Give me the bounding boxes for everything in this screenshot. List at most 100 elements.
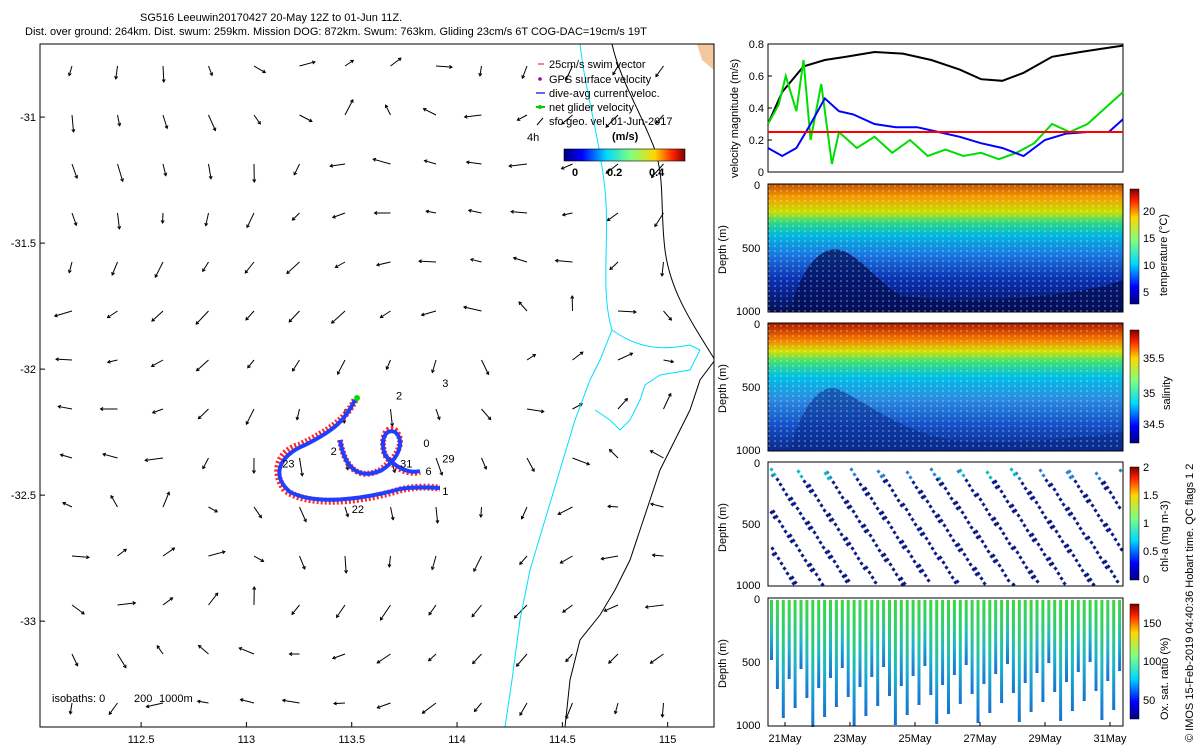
temperature-cb-tick: 15 [1143,233,1155,245]
figure-canvas: 23232029316122 112.5 113 113.5 114 114.5 115-… [11,39,1196,746]
colorbar-tick: 0 [572,167,578,179]
lon-tick-label: 114 [448,734,466,746]
salinity-colorbar [1129,329,1140,444]
ox-profile [876,600,880,706]
scale-note: 4h [527,132,539,144]
depth-tick: 1000 [736,306,760,318]
salinity-panel: 34.5 35 35.5 salinity Depth (m) 0 500 10… [717,319,1173,457]
salinity-cb-tick: 34.5 [1143,419,1164,431]
day-label: 6 [425,466,431,478]
ox-profile [870,600,874,677]
ox-profile [1035,600,1039,673]
ox-profile [817,600,821,688]
lon-tick-label: 112.5 [128,734,155,746]
time-tick-label: 25May [898,733,932,745]
colorbar-tick: 0.2 [607,167,622,179]
ox-profile [1029,600,1033,712]
legend-entry: 25cm/s swim vector [538,59,646,71]
lon-tick-label: 113.5 [338,734,365,746]
ox-profile [1000,600,1004,703]
ox-profile [775,600,779,689]
velocity-arrow [333,702,346,705]
ox-profile [923,600,927,666]
depth-tick: 500 [742,382,760,394]
ox-profile [988,600,992,713]
depth-tick: 0 [754,594,760,606]
ox-profile [1041,600,1045,702]
ox-profile [1094,600,1098,691]
ox-profile [1070,600,1074,711]
footer-credit: © IMOS 15-Feb-2019 04:40:36 Hobart time.… [1184,464,1196,742]
chl-cb-label: chl-a (mg m-3) [1159,500,1171,572]
lat-tick-label: -32 [20,364,36,376]
ox-profile [893,600,897,725]
day-label: 23 [282,458,294,470]
temperature-panel: 5 10 15 20 temperature (°C) Depth (m) 0 … [717,180,1170,318]
chlorophyll-colorbar [1129,466,1140,581]
chl-cb-tick: 0 [1143,574,1149,586]
salinity-cb-tick: 35 [1143,388,1155,400]
ox-profile [1088,600,1092,662]
ox-profile [787,600,791,679]
temperature-cb-label: temperature (°C) [1158,214,1170,296]
map-background [40,44,714,727]
ox-profile [899,600,903,686]
ox-profile [864,600,868,716]
ox-profile [770,600,773,660]
ox-cb-tick: 150 [1143,618,1161,630]
lat-tick-label: -32.5 [11,490,36,502]
lon-tick-label: 114.5 [549,734,576,746]
time-tick-label: 31May [1093,733,1127,745]
lat-tick-label: -33 [20,616,36,628]
ox-profile [882,600,886,667]
depth-tick: 0 [754,319,760,331]
depth-tick: 500 [742,243,760,255]
ox-profile [793,600,797,708]
legend-entry: dive-avg current veloc. [536,88,660,100]
salinity-cb-tick: 35.5 [1143,353,1164,365]
velocity-tick-label: 0.6 [749,71,764,83]
ox-profile [1047,600,1051,663]
velocity-ylabel: velocity magnitude (m/s) [729,59,741,178]
day-label: 1 [442,486,448,498]
glider-position [354,395,360,401]
ox-profile [1017,600,1021,722]
lat-tick-label: -31.5 [11,238,36,250]
velocity-tick-label: 0.4 [749,103,764,115]
day-label: 2 [331,446,337,458]
ox-profile [1100,600,1104,720]
ox-profile [994,600,998,674]
ox-profile [852,600,856,726]
map-colorbar [563,148,686,162]
chl-cb-tick: 1 [1143,518,1149,530]
ox-profile [917,600,921,705]
ox-profile [905,600,909,715]
day-label: 31 [400,458,412,470]
temperature-cb-tick: 20 [1143,206,1155,218]
ox-profile [888,600,891,696]
oxygen-colorbar [1129,603,1140,720]
lon-tick-label: 115 [659,734,677,746]
depth-tick: 1000 [736,445,760,457]
ox-profile [1053,600,1057,692]
isobath-value: 200 [134,693,152,705]
ox-profile [834,600,838,707]
depth-tick: 500 [742,519,760,531]
ox-profile [811,600,815,727]
ox-profile [935,600,939,724]
oxygen-ylabel: Depth (m) [717,639,729,688]
ox-profile [840,600,844,668]
depth-tick: 1000 [736,580,760,592]
ox-profile [1118,600,1122,671]
ox-cb-label: Ox. sat. ratio (%) [1159,637,1171,720]
time-tick-label: 23May [833,733,867,745]
map-panel: 23232029316122 112.5 113 113.5 114 114.5 115-… [11,43,715,746]
velocity-tick-label: 0 [758,167,764,179]
isobath-value: 1000m [159,693,193,705]
temperature-cb-tick: 5 [1143,287,1149,299]
ox-profile [1059,600,1063,721]
temperature-ylabel: Depth (m) [717,225,729,274]
ox-profile [829,600,832,678]
ox-profile [1076,600,1080,672]
ox-profile [1082,600,1086,701]
